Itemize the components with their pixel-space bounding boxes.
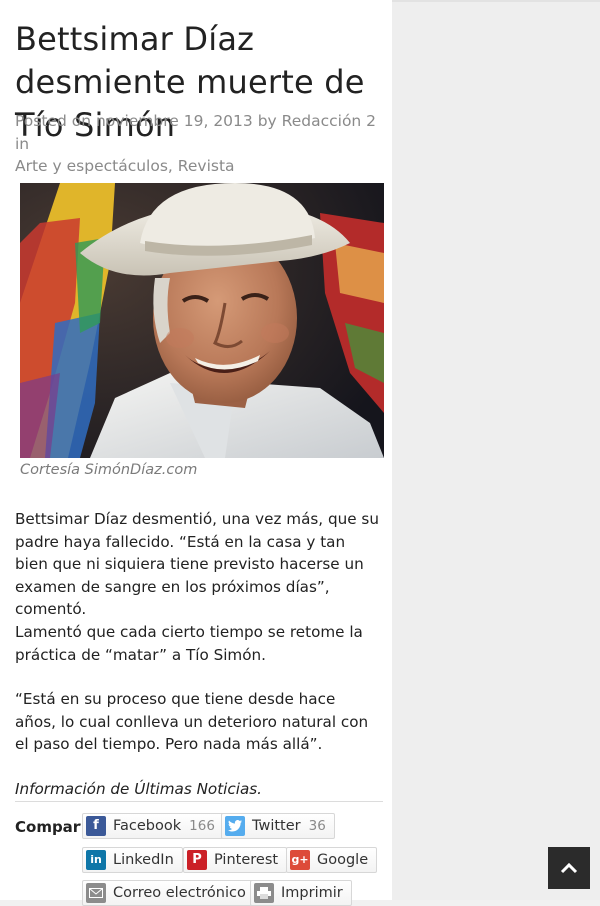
- article-photo: [20, 183, 384, 458]
- meta-category-link[interactable]: Revista: [178, 157, 235, 175]
- meta-separator: ,: [167, 157, 173, 175]
- google-share-label: Google: [317, 852, 369, 868]
- mail-icon: [86, 883, 106, 903]
- article-paragraph: “Está en su proceso que tiene desde hace…: [15, 690, 369, 753]
- sidebar-divider: [392, 0, 600, 2]
- pinterest-icon: P: [187, 850, 207, 870]
- pinterest-share-label: Pinterest: [214, 852, 279, 868]
- pinterest-share-button[interactable]: P Pinterest: [183, 847, 288, 873]
- article-paragraph: Lamentó que cada cierto tiempo se retome…: [15, 623, 363, 664]
- print-icon: [254, 883, 274, 903]
- facebook-share-label: Facebook: [113, 818, 182, 834]
- sidebar-area: [392, 0, 600, 900]
- email-share-button[interactable]: Correo electrónico: [82, 880, 255, 906]
- portrait-illustration: [20, 183, 384, 458]
- google-share-button[interactable]: g+ Google: [286, 847, 378, 873]
- google-plus-icon: g+: [290, 850, 310, 870]
- share-label: Compartir: [15, 818, 81, 836]
- chevron-up-icon: [560, 862, 578, 874]
- linkedin-share-label: LinkedIn: [113, 852, 174, 868]
- twitter-share-label: Twitter: [252, 818, 301, 834]
- meta-author-link[interactable]: Redacción 2: [282, 112, 376, 130]
- article: Bettsimar Díaz desmiente muerte de Tío S…: [0, 0, 392, 906]
- linkedin-share-button[interactable]: in LinkedIn: [82, 847, 183, 873]
- article-source: Información de Últimas Noticias.: [15, 780, 263, 798]
- twitter-icon: [225, 816, 245, 836]
- meta-in: in: [15, 134, 30, 153]
- meta-by: by: [257, 112, 277, 130]
- share-divider: [15, 801, 383, 802]
- print-share-button[interactable]: Imprimir: [250, 880, 352, 906]
- meta-posted-on: Posted on: [15, 112, 92, 130]
- twitter-share-count: 36: [308, 818, 326, 834]
- article-paragraph: Bettsimar Díaz desmentió, una vez más, q…: [15, 510, 379, 618]
- meta-date-link[interactable]: noviembre 19, 2013: [96, 112, 253, 130]
- facebook-icon: f: [86, 816, 106, 836]
- scroll-to-top-button[interactable]: [548, 847, 590, 889]
- article-meta: Posted on noviembre 19, 2013 by Redacció…: [15, 110, 385, 178]
- meta-category-link[interactable]: Arte y espectáculos: [15, 157, 168, 175]
- facebook-share-button[interactable]: f Facebook 166: [82, 813, 224, 839]
- facebook-share-count: 166: [189, 818, 215, 834]
- print-share-label: Imprimir: [281, 885, 343, 901]
- email-share-label: Correo electrónico: [113, 885, 246, 901]
- linkedin-icon: in: [86, 850, 106, 870]
- photo-caption: Cortesía SimónDíaz.com: [20, 462, 198, 478]
- twitter-share-button[interactable]: Twitter 36: [221, 813, 335, 839]
